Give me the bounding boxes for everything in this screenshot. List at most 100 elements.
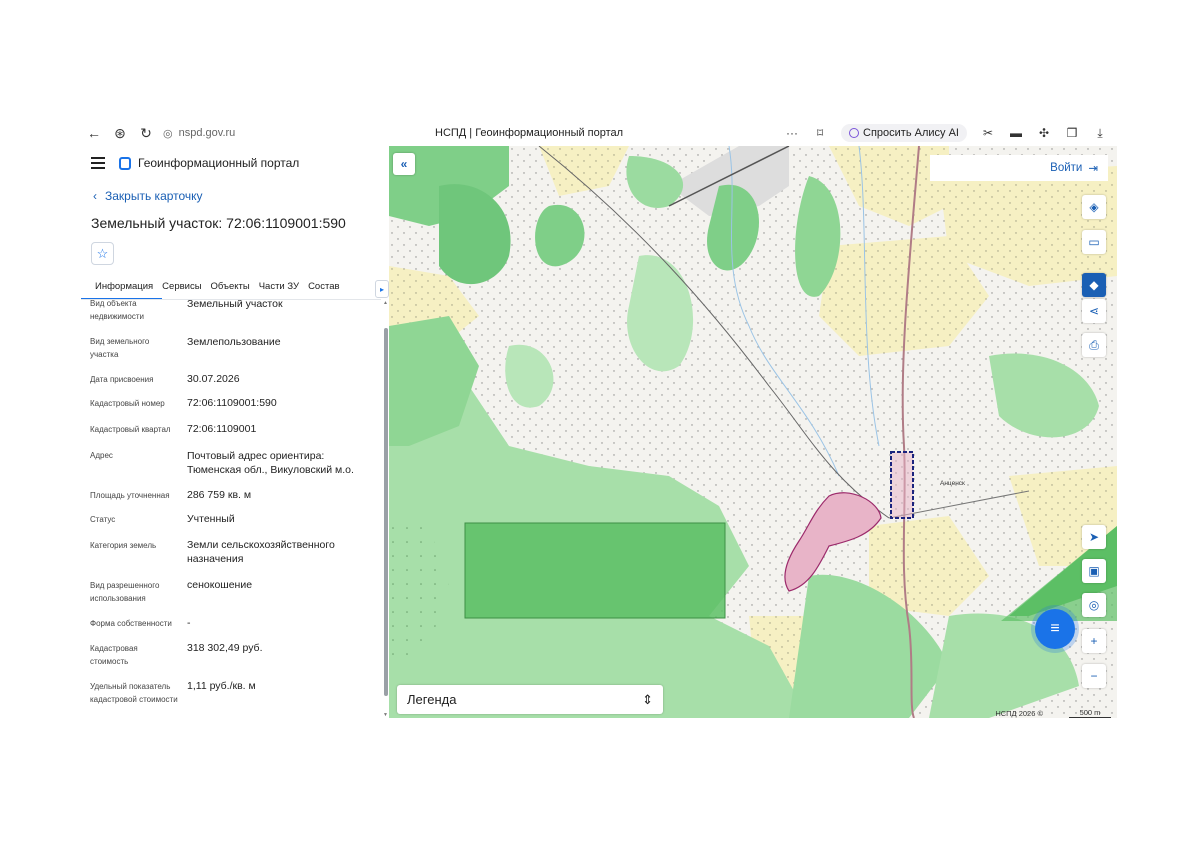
portal-logo-icon bbox=[119, 156, 131, 170]
url-text: nspd.gov.ru bbox=[178, 127, 236, 139]
chat-button[interactable]: ≡ bbox=[1035, 609, 1075, 649]
attribute-label: Статус bbox=[90, 515, 116, 524]
chat-icon: ≡ bbox=[1050, 620, 1060, 637]
attribute-value: 286 759 кв. м bbox=[187, 489, 252, 501]
legend-dropdown[interactable]: Легенда ⇕ bbox=[397, 685, 663, 714]
collections-icon[interactable]: ❒ bbox=[1059, 120, 1085, 146]
portal-name: Геоинформационный портал bbox=[138, 156, 300, 170]
extensions-icon[interactable]: ✣ bbox=[1031, 120, 1057, 146]
assistant-icon: ◆ bbox=[1089, 278, 1099, 292]
attribute-value: Земли сельскохозяйственного назначения bbox=[187, 539, 335, 565]
ruler-icon: ▭ bbox=[1088, 235, 1100, 249]
shield-icon[interactable]: ⊛ bbox=[107, 120, 133, 146]
alice-button[interactable]: Спросить Алису AI bbox=[841, 124, 967, 142]
zoom-out-button[interactable]: − bbox=[1082, 664, 1106, 688]
tab-information[interactable]: Информация bbox=[81, 280, 163, 300]
attribute-value: - bbox=[187, 617, 191, 629]
geolocation-button[interactable]: ◎ bbox=[1082, 593, 1106, 617]
card-tabs: Информация Сервисы Объекты Части ЗУ Сост… bbox=[81, 280, 389, 300]
tab-title: НСПД | Геоинформационный портал bbox=[435, 127, 624, 139]
menu-icon[interactable] bbox=[91, 157, 105, 169]
favorite-button[interactable]: ☆ bbox=[91, 242, 114, 265]
tab-services[interactable]: Сервисы bbox=[162, 280, 210, 300]
attribute-label: Кадастровый номер bbox=[90, 399, 165, 408]
login-label: Войти bbox=[1050, 162, 1083, 174]
attribute-label: Дата присвоения bbox=[90, 375, 154, 384]
plus-icon: + bbox=[1090, 634, 1098, 648]
login-icon: ⇥ bbox=[1088, 163, 1098, 175]
login-button[interactable]: Войти ⇥ bbox=[930, 155, 1108, 181]
attribute-label: Форма собственности bbox=[90, 619, 172, 628]
reload-icon[interactable]: ↻ bbox=[133, 120, 159, 146]
attribute-value: 30.07.2026 bbox=[187, 373, 240, 385]
app-header: Геоинформационный портал bbox=[81, 146, 389, 180]
attribute-value: 72:06:1109001 bbox=[187, 423, 257, 435]
tools-icon[interactable]: ✂ bbox=[975, 120, 1001, 146]
locate-button[interactable]: ➤ bbox=[1082, 525, 1106, 549]
selection-highlight bbox=[890, 451, 914, 519]
double-chevron-left-icon: « bbox=[400, 157, 408, 171]
tabs-scroll-right-icon[interactable]: ▸ bbox=[375, 280, 389, 298]
attribute-label: Категория земель bbox=[90, 541, 157, 550]
share-button[interactable]: ⋖ bbox=[1082, 299, 1106, 323]
attribute-value: Земельный участок bbox=[187, 300, 283, 310]
attribute-value: Почтовый адрес ориентира: Тюменская обл.… bbox=[187, 450, 354, 476]
map-canvas[interactable] bbox=[389, 146, 1117, 718]
tab-parts[interactable]: Части ЗУ bbox=[259, 280, 308, 300]
place-label: Анценск bbox=[940, 480, 965, 487]
minus-icon: − bbox=[1090, 669, 1098, 683]
attribute-value: Учтенный bbox=[187, 513, 235, 525]
attribute-label: Вид разрешенного использования bbox=[90, 581, 160, 603]
chevron-updown-icon: ⇕ bbox=[642, 691, 653, 707]
basemap-icon: ▣ bbox=[1088, 564, 1100, 578]
attribute-value: 318 302,49 руб. bbox=[187, 642, 263, 654]
close-card-link[interactable]: ‹ Закрыть карточку bbox=[93, 189, 203, 203]
tab-composition[interactable]: Состав bbox=[308, 280, 348, 300]
more-icon[interactable]: ··· bbox=[779, 120, 805, 146]
attribute-label: Адрес bbox=[90, 451, 113, 460]
assistant-button[interactable]: ◆ bbox=[1082, 273, 1106, 297]
bookmark-icon[interactable]: ⌑ bbox=[807, 120, 833, 146]
attribute-value: сенокошение bbox=[187, 579, 253, 591]
browser-toolbar: ← ⊛ ↻ ◎ nspd.gov.ru НСПД | Геоинформацио… bbox=[81, 120, 1117, 146]
scroll-down-icon[interactable]: ▼ bbox=[382, 712, 389, 718]
map-view[interactable]: Анценск « Войти ⇥ ◈ ▭ ◆ ⋖ ⎙ ➤ ▣ ◎ ≡ + − … bbox=[389, 146, 1117, 718]
alice-icon bbox=[849, 128, 860, 138]
star-icon: ☆ bbox=[96, 245, 109, 261]
card-title: Земельный участок: 72:06:1109001:590 bbox=[91, 215, 346, 231]
attribute-label: Вид земельного участка bbox=[90, 337, 150, 359]
attribute-value: 72:06:1109001:590 bbox=[187, 397, 277, 409]
attribute-label: Кадастровая стоимость bbox=[90, 644, 138, 666]
panel-scrollbar[interactable]: ▲ ▼ bbox=[382, 300, 389, 718]
map-attribution: НСПД 2026 © 500 m bbox=[995, 708, 1111, 718]
pin-icon: ◎ bbox=[1088, 598, 1100, 612]
attribute-label: Площадь уточненная bbox=[90, 491, 170, 500]
tab-objects[interactable]: Объекты bbox=[211, 280, 259, 300]
legend-label: Легенда bbox=[407, 692, 457, 707]
scale-bar: 500 m bbox=[1069, 708, 1111, 718]
object-card-panel: Геоинформационный портал ‹ Закрыть карто… bbox=[81, 146, 389, 718]
layers-icon: ◈ bbox=[1089, 200, 1099, 214]
navigation-icon: ➤ bbox=[1088, 530, 1100, 544]
attribute-label: Кадастровый квартал bbox=[90, 425, 171, 434]
basemap-button[interactable]: ▣ bbox=[1082, 559, 1106, 583]
attribute-label: Удельный показатель кадастровой стоимост… bbox=[90, 682, 178, 704]
collapse-panel-button[interactable]: « bbox=[393, 153, 415, 175]
print-button[interactable]: ⎙ bbox=[1082, 333, 1106, 357]
mask-icon[interactable]: ▬ bbox=[1003, 120, 1029, 146]
address-bar[interactable]: ◎ nspd.gov.ru bbox=[163, 127, 235, 140]
attribute-label: Вид объекта недвижимости bbox=[90, 300, 144, 321]
selected-parcel[interactable] bbox=[464, 522, 726, 619]
measure-button[interactable]: ▭ bbox=[1082, 230, 1106, 254]
zoom-in-button[interactable]: + bbox=[1082, 629, 1106, 653]
alice-label: Спросить Алису AI bbox=[863, 127, 959, 139]
attributes-list: Вид объекта недвижимости Земельный участ… bbox=[81, 300, 381, 718]
chevron-left-icon: ‹ bbox=[93, 189, 97, 203]
scrollbar-thumb[interactable] bbox=[384, 328, 388, 696]
back-icon[interactable]: ← bbox=[81, 120, 107, 146]
attribution-text: НСПД 2026 © bbox=[995, 708, 1043, 718]
scroll-up-icon[interactable]: ▲ bbox=[382, 300, 389, 306]
layers-button[interactable]: ◈ bbox=[1082, 195, 1106, 219]
download-icon[interactable]: ⤓ bbox=[1087, 120, 1113, 146]
attribute-value: Землепользование bbox=[187, 336, 281, 348]
